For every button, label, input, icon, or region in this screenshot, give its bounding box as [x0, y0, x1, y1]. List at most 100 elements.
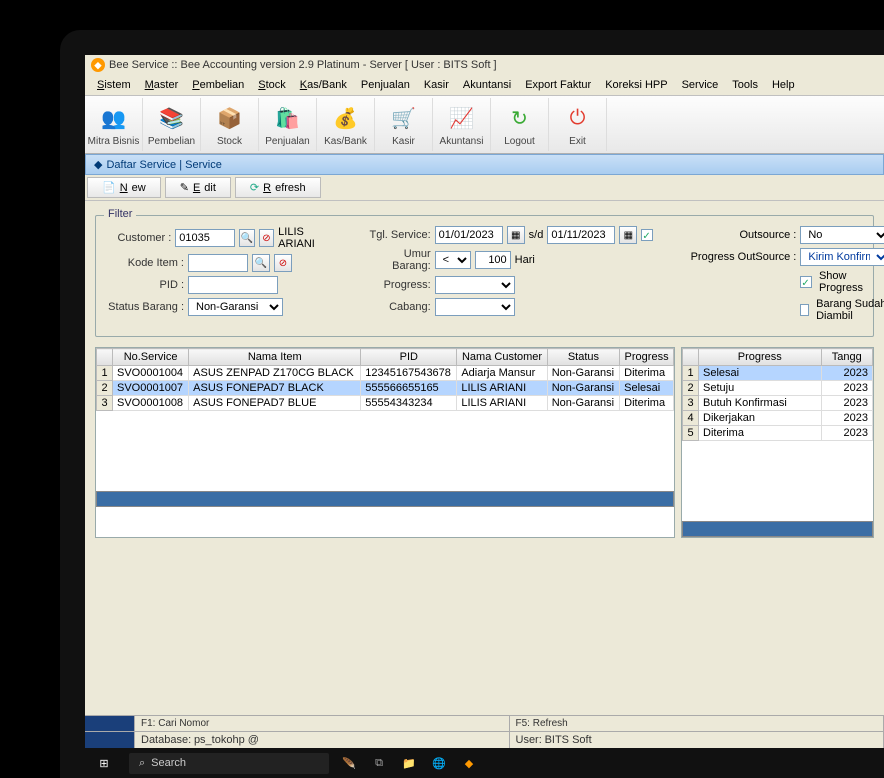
- main-hscroll[interactable]: [96, 491, 674, 507]
- col-header[interactable]: No.Service: [113, 349, 189, 366]
- search-icon: ⌕: [139, 757, 145, 770]
- exit-icon: ⏻: [562, 102, 594, 134]
- windows-taskbar: ⊞ ⌕Search 🪶 ⧉ 📁 🌐 ◆: [85, 748, 884, 778]
- table-row[interactable]: 2Setuju2023: [683, 381, 873, 396]
- show-progress-checkbox[interactable]: [800, 276, 812, 288]
- menu-service[interactable]: Service: [676, 77, 725, 93]
- edit-button[interactable]: ✎Edit: [165, 177, 231, 198]
- progress-select[interactable]: [435, 276, 515, 294]
- menu-penjualan[interactable]: Penjualan: [355, 77, 416, 93]
- table-row[interactable]: 1Selesai2023: [683, 366, 873, 381]
- menu-pembelian[interactable]: Pembelian: [186, 77, 250, 93]
- toolbar-logout[interactable]: ↻Logout: [491, 98, 549, 151]
- outsource-select[interactable]: No: [800, 226, 884, 244]
- kode-clear-icon[interactable]: ⊘: [274, 254, 292, 272]
- cal-to-icon[interactable]: ▦: [619, 226, 637, 244]
- menu-bar: SistemMasterPembelianStockKas/BankPenjua…: [85, 75, 884, 96]
- title-bar: ◆ Bee Service :: Bee Accounting version …: [85, 55, 884, 75]
- tab-title: Daftar Service | Service: [106, 159, 221, 171]
- f5-hint: F5: Refresh: [510, 716, 884, 731]
- menu-exportfaktur[interactable]: Export Faktur: [519, 77, 597, 93]
- tgl-from-input[interactable]: [435, 226, 503, 244]
- status-label: Status Barang :: [104, 301, 184, 313]
- logout-icon: ↻: [504, 102, 536, 134]
- refresh-button[interactable]: ⟳Refresh: [235, 177, 321, 198]
- col-header[interactable]: PID: [361, 349, 457, 366]
- task-chrome[interactable]: 🌐: [429, 753, 449, 773]
- col-header[interactable]: Progress: [620, 349, 674, 366]
- table-row[interactable]: 5Diterima2023: [683, 426, 873, 441]
- tab-icon: ◆: [94, 158, 102, 171]
- toolbar-mitrabisnis[interactable]: 👥Mitra Bisnis: [85, 98, 143, 151]
- customer-name: LILIS ARIANI: [278, 226, 333, 250]
- taskbar-search[interactable]: ⌕Search: [129, 753, 329, 774]
- pid-input[interactable]: [188, 276, 278, 294]
- status-select[interactable]: Non-Garansi: [188, 298, 283, 316]
- menu-master[interactable]: Master: [139, 77, 185, 93]
- edit-icon: ✎: [180, 181, 189, 194]
- status-blue-left: [85, 732, 135, 748]
- kode-search-icon[interactable]: 🔍: [252, 254, 270, 272]
- progress-label: Progress:: [363, 279, 431, 291]
- refresh-icon: ⟳: [250, 181, 259, 194]
- table-row[interactable]: 2SVO0001007ASUS FONEPAD7 BLACK5555666551…: [97, 381, 674, 396]
- barang-diambil-label: Barang Sudah Diambil: [816, 298, 884, 322]
- side-hscroll[interactable]: [682, 521, 873, 537]
- umur-op-select[interactable]: <: [435, 251, 471, 269]
- umur-val-input[interactable]: [475, 251, 511, 269]
- action-bar: 📄NNewew ✎Edit ⟳Refresh: [85, 175, 884, 201]
- tgl-checkbox[interactable]: [641, 229, 653, 241]
- service-table[interactable]: No.ServiceNama ItemPIDNama CustomerStatu…: [95, 347, 675, 538]
- filter-legend: Filter: [104, 208, 136, 220]
- table-row[interactable]: 4Dikerjakan2023: [683, 411, 873, 426]
- table-row[interactable]: 3SVO0001008ASUS FONEPAD7 BLUE55554343234…: [97, 396, 674, 411]
- col-header[interactable]: Tangg: [821, 349, 873, 366]
- toolbar-kasir[interactable]: 🛒Kasir: [375, 98, 433, 151]
- kasbank-icon: 💰: [330, 102, 362, 134]
- menu-kasbank[interactable]: Kas/Bank: [294, 77, 353, 93]
- menu-akuntansi[interactable]: Akuntansi: [457, 77, 517, 93]
- prog-out-select[interactable]: Kirim Konfirmasi: [800, 248, 884, 266]
- col-header[interactable]: Progress: [699, 349, 822, 366]
- customer-clear-icon[interactable]: ⊘: [259, 229, 274, 247]
- new-icon: 📄: [102, 181, 116, 194]
- menu-kasir[interactable]: Kasir: [418, 77, 455, 93]
- start-button[interactable]: ⊞: [89, 750, 119, 776]
- customer-label: Customer :: [104, 232, 171, 244]
- user-info: User: BITS Soft: [510, 732, 884, 748]
- col-header[interactable]: Status: [547, 349, 619, 366]
- table-row[interactable]: 1SVO0001004ASUS ZENPAD Z170CG BLACK12345…: [97, 366, 674, 381]
- menu-stock[interactable]: Stock: [252, 77, 292, 93]
- task-app-2[interactable]: ⧉: [369, 753, 389, 773]
- toolbar-pembelian[interactable]: 📚Pembelian: [143, 98, 201, 151]
- kode-input[interactable]: [188, 254, 248, 272]
- new-button[interactable]: 📄NNewew: [87, 177, 161, 198]
- kode-label: Kode Item :: [104, 257, 184, 269]
- progress-table[interactable]: ProgressTangg1Selesai20232Setuju20233But…: [681, 347, 874, 538]
- task-app-1[interactable]: 🪶: [339, 753, 359, 773]
- toolbar-akuntansi[interactable]: 📈Akuntansi: [433, 98, 491, 151]
- customer-input[interactable]: [175, 229, 235, 247]
- task-bee[interactable]: ◆: [459, 753, 479, 773]
- toolbar-kasbank[interactable]: 💰Kas/Bank: [317, 98, 375, 151]
- cabang-select[interactable]: [435, 298, 515, 316]
- task-explorer[interactable]: 📁: [399, 753, 419, 773]
- toolbar-exit[interactable]: ⏻Exit: [549, 98, 607, 151]
- umur-label: Umur Barang:: [363, 248, 431, 272]
- menu-tools[interactable]: Tools: [726, 77, 764, 93]
- menu-sistem[interactable]: Sistem: [91, 77, 137, 93]
- tgl-to-input[interactable]: [547, 226, 615, 244]
- toolbar-penjualan[interactable]: 🛍️Penjualan: [259, 98, 317, 151]
- cal-from-icon[interactable]: ▦: [507, 226, 525, 244]
- window-title: Bee Service :: Bee Accounting version 2.…: [109, 59, 497, 71]
- barang-diambil-checkbox[interactable]: [800, 304, 809, 316]
- customer-search-icon[interactable]: 🔍: [239, 229, 254, 247]
- toolbar-stock[interactable]: 📦Stock: [201, 98, 259, 151]
- col-header[interactable]: Nama Item: [189, 349, 361, 366]
- menu-koreksihpp[interactable]: Koreksi HPP: [599, 77, 673, 93]
- col-header[interactable]: Nama Customer: [457, 349, 547, 366]
- table-row[interactable]: 3Butuh Konfirmasi2023: [683, 396, 873, 411]
- tab-title-bar: ◆ Daftar Service | Service: [85, 154, 884, 175]
- mitrabisnis-icon: 👥: [98, 102, 130, 134]
- menu-help[interactable]: Help: [766, 77, 801, 93]
